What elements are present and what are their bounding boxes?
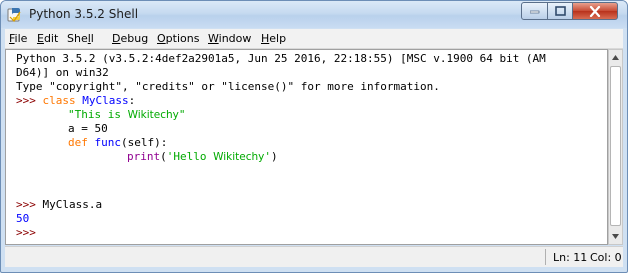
menu-debug-label: ebug: [120, 32, 149, 45]
docstring-word: Wikitechy: [127, 109, 179, 121]
menu-shell-label: l: [90, 32, 94, 45]
docstring-part-1: "This is: [68, 108, 128, 121]
code-line-print: print('Hello Wikitechy'): [127, 150, 278, 164]
docstring-part-2: ": [178, 108, 186, 121]
expression: MyClass.a: [42, 198, 103, 211]
menu-bar: File Edit Shell Debug Options Window Hel…: [5, 29, 623, 49]
python-idle-icon: [7, 8, 21, 22]
prompt: >>>: [16, 226, 36, 239]
menu-options[interactable]: Options: [157, 32, 199, 45]
builtin-print: print: [127, 150, 161, 163]
menu-file[interactable]: File: [9, 32, 27, 45]
print-string-part-1: 'Hello: [166, 150, 214, 163]
output-line: 50: [16, 212, 30, 225]
chevron-down-icon: [612, 234, 619, 239]
title-bar[interactable]: Python 3.5.2 Shell: [1, 1, 627, 28]
code-line-expr: >>> MyClass.a: [16, 198, 102, 212]
banner-line-3: Type "copyright", "credits" or "license(…: [16, 80, 440, 93]
status-separator: [545, 249, 546, 265]
code-line-docstring: "This is Wikitechy": [68, 108, 186, 122]
paren-open: (: [160, 150, 167, 163]
scroll-up-button[interactable]: [609, 50, 622, 65]
menu-window-accel: W: [208, 32, 219, 45]
minimize-button[interactable]: [521, 2, 548, 20]
banner-line-2: D64)] on win32: [16, 66, 109, 79]
class-name: MyClass: [82, 94, 129, 107]
window-title: Python 3.5.2 Shell: [29, 7, 139, 21]
menu-shell[interactable]: Shell: [67, 32, 94, 45]
maximize-button[interactable]: [547, 2, 573, 20]
close-icon: [589, 5, 601, 17]
prompt: >>>: [16, 198, 36, 211]
shell-text-area[interactable]: Python 3.5.2 (v3.5.2:4def2a2901a5, Jun 2…: [5, 49, 608, 245]
status-bar: Ln: 11 Col: 0: [5, 246, 623, 267]
code-line-def: def func(self):: [68, 136, 167, 150]
prompt: >>>: [16, 94, 36, 107]
close-button[interactable]: [572, 2, 618, 20]
menu-debug[interactable]: Debug: [112, 32, 148, 45]
menu-file-label: ile: [14, 32, 28, 45]
status-column: Col: 0: [590, 251, 622, 264]
maximize-icon: [554, 6, 566, 16]
print-string-word: Wikitechy: [213, 151, 265, 163]
menu-edit[interactable]: Edit: [37, 32, 58, 45]
chevron-up-icon: [612, 55, 619, 60]
code-line-class: >>> class MyClass:: [16, 94, 135, 108]
code-line-assign: a = 50: [68, 122, 108, 135]
vertical-scrollbar[interactable]: [608, 49, 623, 245]
status-line: Ln: 11: [553, 251, 588, 264]
menu-shell-label-pre: She: [67, 32, 88, 45]
minimize-icon: [529, 10, 539, 14]
function-name: func: [94, 136, 122, 149]
keyword-def: def: [68, 136, 88, 149]
scroll-down-button[interactable]: [609, 229, 622, 244]
menu-help-label: elp: [269, 32, 287, 45]
colon: :: [128, 94, 136, 107]
menu-window-label: indow: [218, 32, 252, 45]
paren-close: ): [271, 150, 278, 163]
function-args: (self):: [121, 136, 168, 149]
keyword-class: class: [42, 94, 76, 107]
scroll-thumb[interactable]: [610, 66, 621, 226]
menu-options-label: ptions: [165, 32, 200, 45]
banner-line-1: Python 3.5.2 (v3.5.2:4def2a2901a5, Jun 2…: [16, 52, 546, 65]
menu-edit-accel: E: [37, 32, 44, 45]
menu-window[interactable]: Window: [208, 32, 251, 45]
menu-help[interactable]: Help: [261, 32, 286, 45]
shell-window: Python 3.5.2 Shell File Edit Shell Debug…: [0, 0, 628, 273]
menu-options-accel: O: [157, 32, 166, 45]
code-line-prompt: >>>: [16, 226, 36, 240]
menu-edit-label: dit: [43, 32, 59, 45]
